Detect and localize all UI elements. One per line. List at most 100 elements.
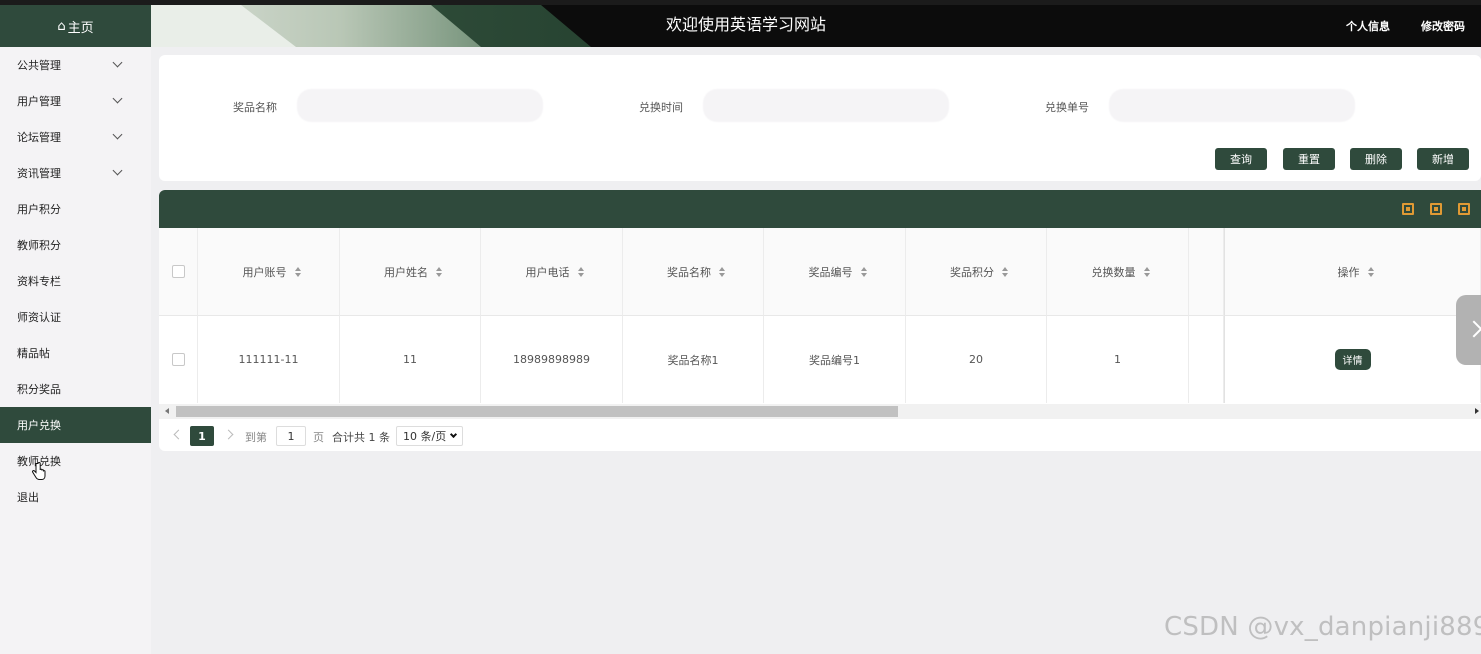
header: 欢迎使用英语学习网站 个人信息 修改密码 bbox=[151, 5, 1481, 47]
delete-button[interactable]: 删除 bbox=[1350, 148, 1402, 170]
hand-cursor-icon bbox=[32, 462, 46, 480]
sidebar: ⌂ 主页 公共管理用户管理论坛管理资讯管理用户积分教师积分资料专栏师资认证精品帖… bbox=[0, 5, 151, 654]
exchange-no-input[interactable] bbox=[1109, 89, 1355, 122]
column-header-label: 奖品名称 bbox=[667, 265, 711, 279]
column-header[interactable]: 操作 bbox=[1224, 228, 1481, 316]
sidebar-item-label: 公共管理 bbox=[17, 59, 61, 72]
column-header-label: 用户账号 bbox=[242, 265, 287, 279]
pagination: 1 到第 页 合计共 1 条 10 条/页 bbox=[159, 424, 1481, 448]
sidebar-item-label: 教师积分 bbox=[17, 239, 61, 252]
sidebar-item[interactable]: 资料专栏 bbox=[0, 263, 151, 299]
chevron-down-icon bbox=[112, 129, 123, 140]
goto-suffix: 页 bbox=[313, 431, 324, 444]
horizontal-scrollbar[interactable] bbox=[159, 404, 1481, 419]
column-header[interactable]: 奖品编号 bbox=[764, 228, 906, 316]
prev-page-icon[interactable] bbox=[173, 429, 184, 440]
column-header-label: 奖品编号 bbox=[808, 265, 853, 279]
expand-panel-button[interactable] bbox=[1456, 295, 1481, 365]
column-header[interactable]: 用户账号 bbox=[198, 228, 340, 316]
column-header[interactable]: 奖品积分 bbox=[906, 228, 1047, 316]
page-title: 欢迎使用英语学习网站 bbox=[665, 15, 826, 34]
sidebar-item-label: 积分奖品 bbox=[17, 383, 61, 396]
total-count: 合计共 1 条 bbox=[332, 431, 390, 444]
home-link[interactable]: ⌂ 主页 bbox=[0, 5, 151, 47]
exchange-time-input[interactable] bbox=[703, 89, 949, 122]
column-header-label: 兑换数量 bbox=[1091, 265, 1136, 279]
column-header-label: 用户姓名 bbox=[384, 265, 428, 279]
query-button[interactable]: 查询 bbox=[1215, 148, 1267, 170]
change-password-link[interactable]: 修改密码 bbox=[1421, 18, 1465, 34]
sidebar-item-label: 师资认证 bbox=[17, 311, 61, 324]
sidebar-item[interactable]: 用户积分 bbox=[0, 191, 151, 227]
chevron-right-icon bbox=[1465, 320, 1481, 338]
home-label: 主页 bbox=[67, 20, 94, 36]
column-header-blank bbox=[1189, 228, 1224, 316]
page-size-value: 10 条/页 bbox=[403, 430, 447, 443]
chevron-down-icon bbox=[449, 430, 458, 439]
grid-icon[interactable] bbox=[1402, 203, 1414, 215]
select-all-checkbox[interactable] bbox=[171, 265, 185, 278]
table-cell: 18989898989 bbox=[481, 316, 623, 403]
table-cell: 11 bbox=[340, 316, 481, 403]
chevron-down-icon bbox=[112, 165, 123, 176]
profile-link[interactable]: 个人信息 bbox=[1346, 18, 1390, 34]
column-header-label: 操作 bbox=[1337, 265, 1360, 279]
sidebar-item[interactable]: 用户兑换 bbox=[0, 407, 151, 443]
prize-name-label: 奖品名称 bbox=[233, 101, 277, 114]
table-panel: 用户账号 用户姓名 用户电话 奖品名称 奖品编号 奖品积分 兑换数量 操作 11… bbox=[159, 190, 1481, 451]
table-toolbar bbox=[159, 190, 1481, 228]
print-icon[interactable] bbox=[1458, 203, 1470, 215]
sidebar-item[interactable]: 公共管理 bbox=[0, 47, 151, 83]
table-cell: 奖品名称1 bbox=[623, 316, 764, 403]
search-panel: 奖品名称 兑换时间 兑换单号 查询 重置 删除 新增 bbox=[159, 55, 1481, 181]
sidebar-item-label: 资讯管理 bbox=[17, 167, 61, 180]
goto-prefix: 到第 bbox=[245, 431, 267, 444]
sidebar-item-label: 用户管理 bbox=[17, 95, 61, 108]
detail-button[interactable]: 详情 bbox=[1334, 349, 1371, 370]
column-header[interactable]: 用户电话 bbox=[481, 228, 623, 316]
export-icon[interactable] bbox=[1430, 203, 1442, 215]
column-header-label: 奖品积分 bbox=[950, 265, 994, 279]
column-header-label: 用户电话 bbox=[525, 265, 570, 279]
prize-name-input[interactable] bbox=[297, 89, 543, 122]
sidebar-item[interactable]: 精品帖 bbox=[0, 335, 151, 371]
table-cell: 1 bbox=[1047, 316, 1189, 403]
table-cell: 20 bbox=[906, 316, 1047, 403]
select-all-cell bbox=[159, 228, 198, 316]
page-size-select[interactable]: 10 条/页 bbox=[396, 426, 463, 446]
goto-page-input[interactable] bbox=[276, 426, 306, 446]
exchange-time-label: 兑换时间 bbox=[639, 101, 683, 114]
column-header[interactable]: 用户姓名 bbox=[340, 228, 481, 316]
table-cell: 111111-11 bbox=[198, 316, 340, 403]
table-cell-blank bbox=[1189, 316, 1224, 403]
sidebar-item[interactable]: 用户管理 bbox=[0, 83, 151, 119]
table-cell: 奖品编号1 bbox=[764, 316, 906, 403]
row-select-cell bbox=[159, 316, 198, 403]
column-header[interactable]: 奖品名称 bbox=[623, 228, 764, 316]
sidebar-item[interactable]: 积分奖品 bbox=[0, 371, 151, 407]
row-checkbox[interactable] bbox=[171, 353, 185, 366]
next-page-icon[interactable] bbox=[223, 429, 234, 440]
sidebar-item-label: 用户积分 bbox=[17, 203, 61, 216]
sidebar-item[interactable]: 教师积分 bbox=[0, 227, 151, 263]
scroll-right-icon[interactable] bbox=[1475, 408, 1479, 414]
scrollbar-thumb[interactable] bbox=[176, 406, 898, 417]
watermark: CSDN @vx_danpianji889 bbox=[1164, 612, 1481, 642]
chevron-down-icon bbox=[112, 93, 123, 104]
sidebar-item[interactable]: 师资认证 bbox=[0, 299, 151, 335]
chevron-down-icon bbox=[112, 57, 123, 68]
sidebar-item[interactable]: 论坛管理 bbox=[0, 119, 151, 155]
scroll-left-icon[interactable] bbox=[165, 408, 169, 414]
exchange-no-label: 兑换单号 bbox=[1045, 101, 1089, 114]
sidebar-item-label: 论坛管理 bbox=[17, 131, 61, 144]
reset-button[interactable]: 重置 bbox=[1283, 148, 1335, 170]
column-header[interactable]: 兑换数量 bbox=[1047, 228, 1189, 316]
add-button[interactable]: 新增 bbox=[1417, 148, 1469, 170]
sidebar-item[interactable]: 资讯管理 bbox=[0, 155, 151, 191]
action-cell: 详情 bbox=[1224, 316, 1481, 403]
sidebar-item[interactable]: 教师兑换 bbox=[0, 443, 151, 479]
current-page[interactable]: 1 bbox=[190, 426, 214, 446]
sidebar-item-label: 资料专栏 bbox=[17, 275, 61, 288]
sidebar-item-label: 用户兑换 bbox=[17, 419, 61, 432]
sidebar-item[interactable]: 退出 bbox=[0, 479, 151, 515]
